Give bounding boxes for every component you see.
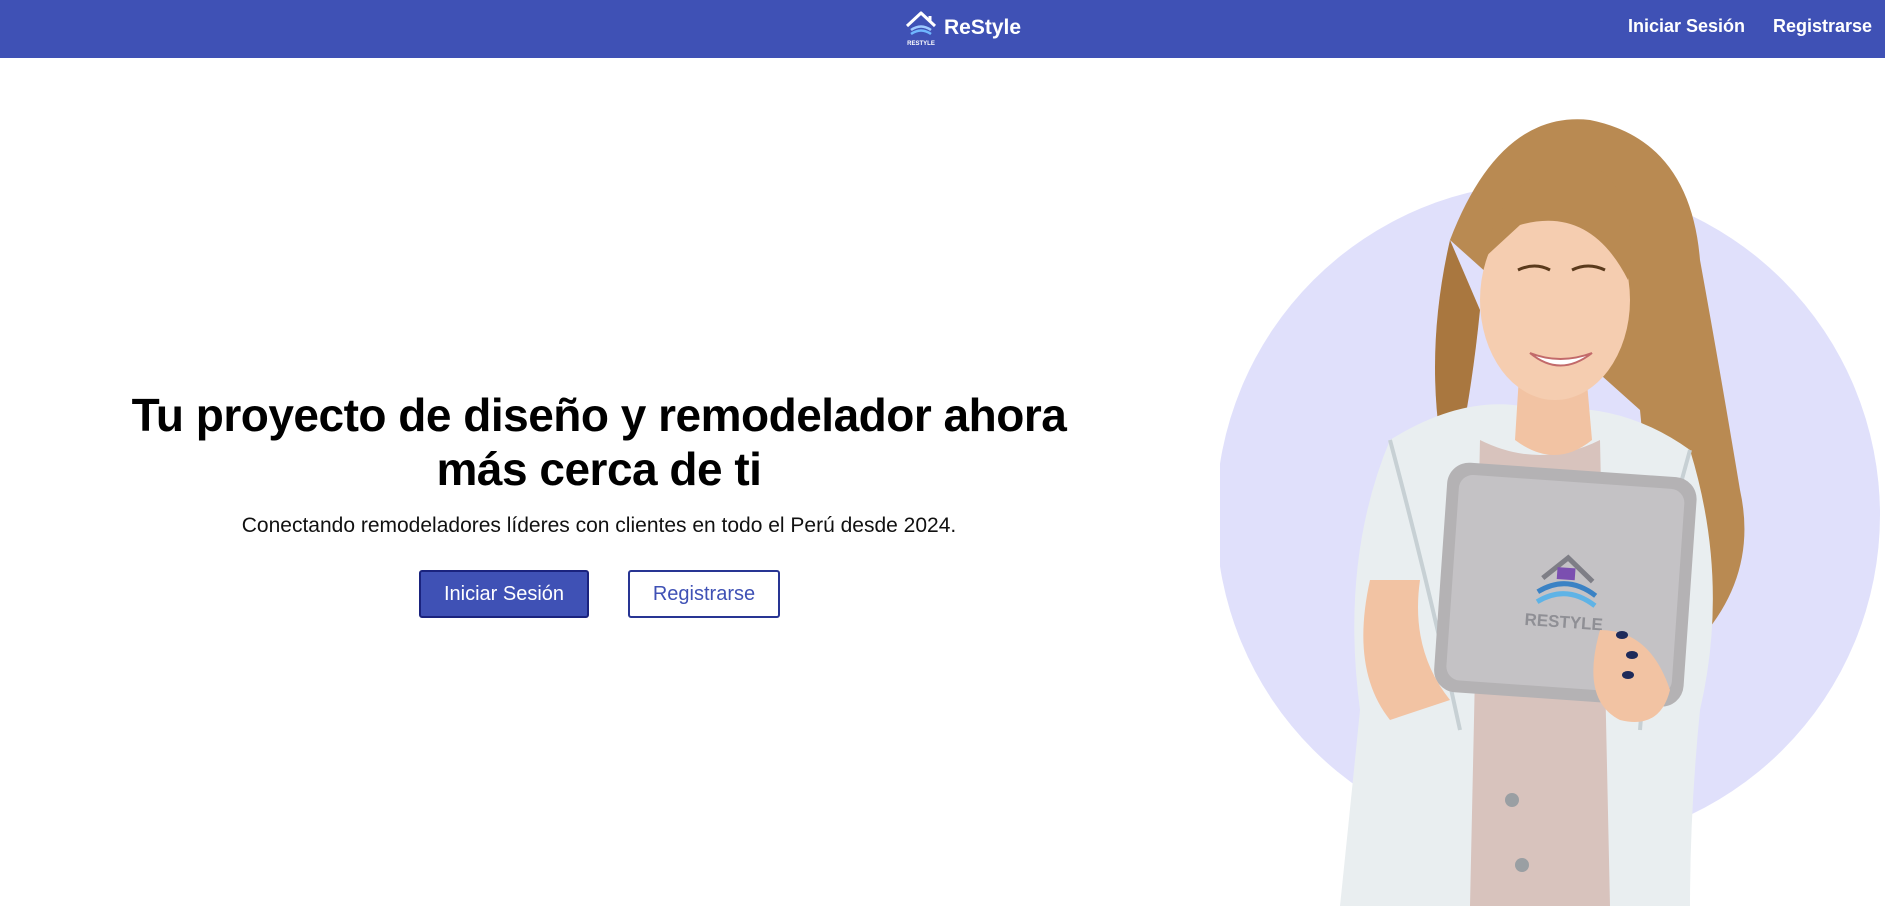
- nav-login-link[interactable]: Iniciar Sesión: [1628, 16, 1745, 37]
- register-button[interactable]: Registrarse: [628, 570, 780, 618]
- hero-title: Tu proyecto de diseño y remodelador ahor…: [131, 389, 1067, 495]
- hero-subtitle: Conectando remodeladores líderes con cli…: [241, 514, 957, 537]
- brand-link[interactable]: RESTYLE ReStyle: [904, 8, 1021, 48]
- woman-with-tablet-illustration: RESTYLE: [1220, 119, 1880, 906]
- brand-name: ReStyle: [944, 16, 1022, 39]
- top-navbar: RESTYLE ReStyle Iniciar Sesión Registrar…: [0, 0, 1885, 58]
- nav-register-link[interactable]: Registrarse: [1773, 16, 1872, 37]
- logo-text: RESTYLE: [907, 41, 935, 47]
- login-button[interactable]: Iniciar Sesión: [419, 570, 589, 618]
- house-logo-icon: RESTYLE: [905, 11, 937, 47]
